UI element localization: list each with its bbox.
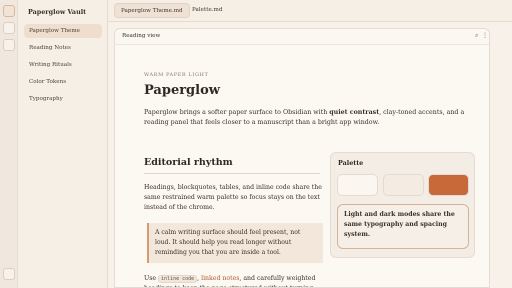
intro-bold: quiet contrast [329,109,380,116]
settings-icon[interactable] [3,268,15,280]
swatch-paper [337,174,378,196]
panel-header: Reading view ⌕ ⋮ [115,29,489,45]
ribbon [0,0,18,288]
palette-card: Palette Light and dark modes share the s… [330,152,475,258]
linked-notes-link[interactable]: linked notes [201,275,239,282]
swatch-parchment [383,174,424,196]
view-mode-label: Reading view [122,33,161,39]
inline-code: inline code [158,275,198,283]
eyebrow-label: WARM PAPER LIGHT [144,72,209,78]
search-ribbon-icon[interactable] [3,22,15,34]
heading-divider [144,173,320,174]
page-title: Paperglow [144,83,220,98]
tab-paperglow-theme[interactable]: Paperglow Theme.md [114,3,190,18]
blockquote: A calm writing surface should feel prese… [147,223,323,263]
sidebar-item-color-tokens[interactable]: Color Tokens [24,75,102,89]
palette-title: Palette [338,159,364,167]
swatch-clay [428,174,469,196]
sidebar-item-reading-notes[interactable]: Reading Notes [24,41,102,55]
note-content: WARM PAPER LIGHT Paperglow Paperglow bri… [115,45,489,287]
search-icon[interactable]: ⌕ [475,32,478,40]
usage-paragraph: Use inline code, linked notes, and caref… [144,275,316,287]
file-sidebar: Paperglow Vault Paperglow Theme Reading … [18,0,108,288]
more-vertical-icon[interactable]: ⋮ [482,32,488,39]
bookmarks-icon[interactable] [3,39,15,51]
sidebar-item-paperglow-theme[interactable]: Paperglow Theme [24,24,102,38]
tab-bar: Paperglow Theme.md Palette.md [108,0,512,22]
section-heading: Editorial rhythm [144,157,233,168]
palette-note: Light and dark modes share the same typo… [337,204,469,249]
vault-name[interactable]: Paperglow Vault [28,8,86,16]
intro-paragraph: Paperglow brings a softer paper surface … [144,109,465,126]
sidebar-item-writing-rituals[interactable]: Writing Rituals [24,58,102,72]
tab-palette[interactable]: Palette.md [186,3,228,18]
sidebar-item-typography[interactable]: Typography [24,92,102,106]
reading-panel: Reading view ⌕ ⋮ WARM PAPER LIGHT Paperg… [114,28,490,288]
section-paragraph: Headings, blockquotes, tables, and inlin… [144,184,322,211]
files-icon[interactable] [3,5,15,17]
